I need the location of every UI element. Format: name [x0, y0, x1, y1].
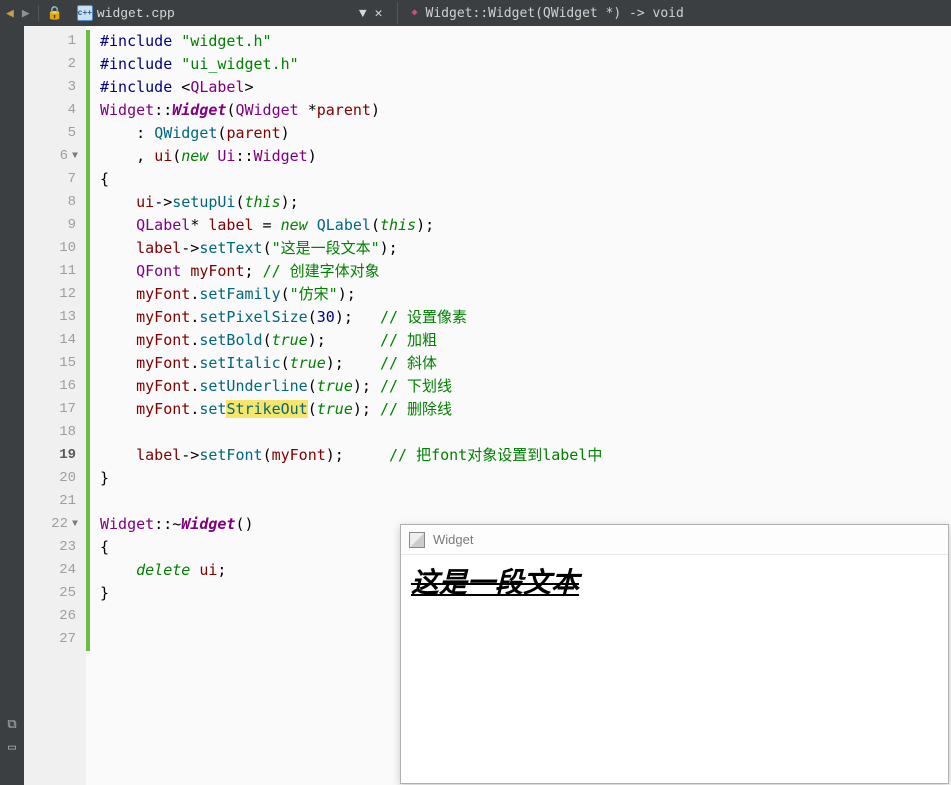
tab-modified-indicator: ▼ — [359, 6, 367, 21]
fold-toggle[interactable]: ▼ — [72, 145, 78, 168]
toolbar-separator — [397, 2, 398, 24]
toolbar-separator — [38, 5, 39, 21]
code-line[interactable]: myFont.setUnderline(true); // 下划线 — [100, 375, 951, 398]
preview-title-text: Widget — [433, 532, 473, 547]
code-line[interactable]: } — [100, 467, 951, 490]
code-line[interactable]: , ui(new Ui::Widget) — [100, 145, 951, 168]
breadcrumb[interactable]: Widget::Widget(QWidget *) -> void — [426, 6, 684, 21]
code-line[interactable]: myFont.setBold(true); // 加粗 — [100, 329, 951, 352]
tab-close-button[interactable]: ✕ — [375, 6, 383, 21]
line-number: 2 — [24, 53, 82, 76]
tab-filename: widget.cpp — [97, 6, 175, 21]
line-number: 9 — [24, 214, 82, 237]
cpp-file-icon: c++ — [77, 5, 93, 21]
code-line[interactable]: label->setText("这是一段文本"); — [100, 237, 951, 260]
code-line[interactable]: Widget::Widget(QWidget *parent) — [100, 99, 951, 122]
code-line[interactable]: myFont.setItalic(true); // 斜体 — [100, 352, 951, 375]
line-number: 4 — [24, 99, 82, 122]
code-line[interactable]: #include "widget.h" — [100, 30, 951, 53]
line-number-gutter: 123456▼78910111213141516171819202122▼232… — [24, 26, 86, 785]
qt-app-icon — [409, 532, 425, 548]
line-number: 8 — [24, 191, 82, 214]
code-line[interactable]: myFont.setStrikeOut(true); // 删除线 — [100, 398, 951, 421]
code-line[interactable]: label->setFont(myFont); // 把font对象设置到lab… — [100, 444, 951, 467]
code-line[interactable]: myFont.setPixelSize(30); // 设置像素 — [100, 306, 951, 329]
line-number: 10 — [24, 237, 82, 260]
code-line[interactable]: { — [100, 168, 951, 191]
editor-tab[interactable]: c++ widget.cpp ▼ ✕ — [77, 5, 383, 21]
line-number: 18 — [24, 421, 82, 444]
nav-back-button[interactable]: ◀ — [6, 6, 14, 21]
line-number: 24 — [24, 559, 82, 582]
qlabel-sample-text: 这是一段文本 — [411, 568, 579, 599]
line-number: 20 — [24, 467, 82, 490]
line-number: 23 — [24, 536, 82, 559]
line-number: 12 — [24, 283, 82, 306]
line-number: 17 — [24, 398, 82, 421]
line-number: 5 — [24, 122, 82, 145]
line-number: 27 — [24, 628, 82, 651]
split-icon[interactable]: ▭ — [8, 740, 16, 755]
line-number: 7 — [24, 168, 82, 191]
line-number: 25 — [24, 582, 82, 605]
line-number: 21 — [24, 490, 82, 513]
code-line[interactable]: ui->setupUi(this); — [100, 191, 951, 214]
line-number: 26 — [24, 605, 82, 628]
line-number: 11 — [24, 260, 82, 283]
code-line[interactable] — [100, 421, 951, 444]
code-line[interactable] — [100, 490, 951, 513]
code-line[interactable]: QLabel* label = new QLabel(this); — [100, 214, 951, 237]
code-line[interactable]: #include <QLabel> — [100, 76, 951, 99]
line-number: 13 — [24, 306, 82, 329]
line-number: 22▼ — [24, 513, 82, 536]
symbol-icon: ◆ — [412, 7, 418, 19]
preview-body: 这是一段文本 — [401, 555, 948, 607]
line-number: 1 — [24, 30, 82, 53]
left-sidebar: ⧉ ▭ — [0, 26, 24, 785]
nav-forward-button[interactable]: ▶ — [22, 6, 30, 21]
lock-icon: 🔒 — [47, 6, 63, 21]
panel-icon[interactable]: ⧉ — [7, 717, 16, 732]
preview-titlebar[interactable]: Widget — [401, 525, 948, 555]
code-line[interactable]: QFont myFont; // 创建字体对象 — [100, 260, 951, 283]
line-number: 3 — [24, 76, 82, 99]
code-line[interactable]: #include "ui_widget.h" — [100, 53, 951, 76]
line-number: 16 — [24, 375, 82, 398]
line-number: 19 — [24, 444, 82, 467]
line-number: 14 — [24, 329, 82, 352]
code-line[interactable]: : QWidget(parent) — [100, 122, 951, 145]
qt-preview-window[interactable]: Widget 这是一段文本 — [400, 524, 949, 784]
code-line[interactable]: myFont.setFamily("仿宋"); — [100, 283, 951, 306]
line-number: 15 — [24, 352, 82, 375]
line-number: 6▼ — [24, 145, 82, 168]
top-toolbar: ◀ ▶ 🔒 c++ widget.cpp ▼ ✕ ◆ Widget::Widge… — [0, 0, 951, 26]
fold-toggle[interactable]: ▼ — [72, 513, 78, 536]
